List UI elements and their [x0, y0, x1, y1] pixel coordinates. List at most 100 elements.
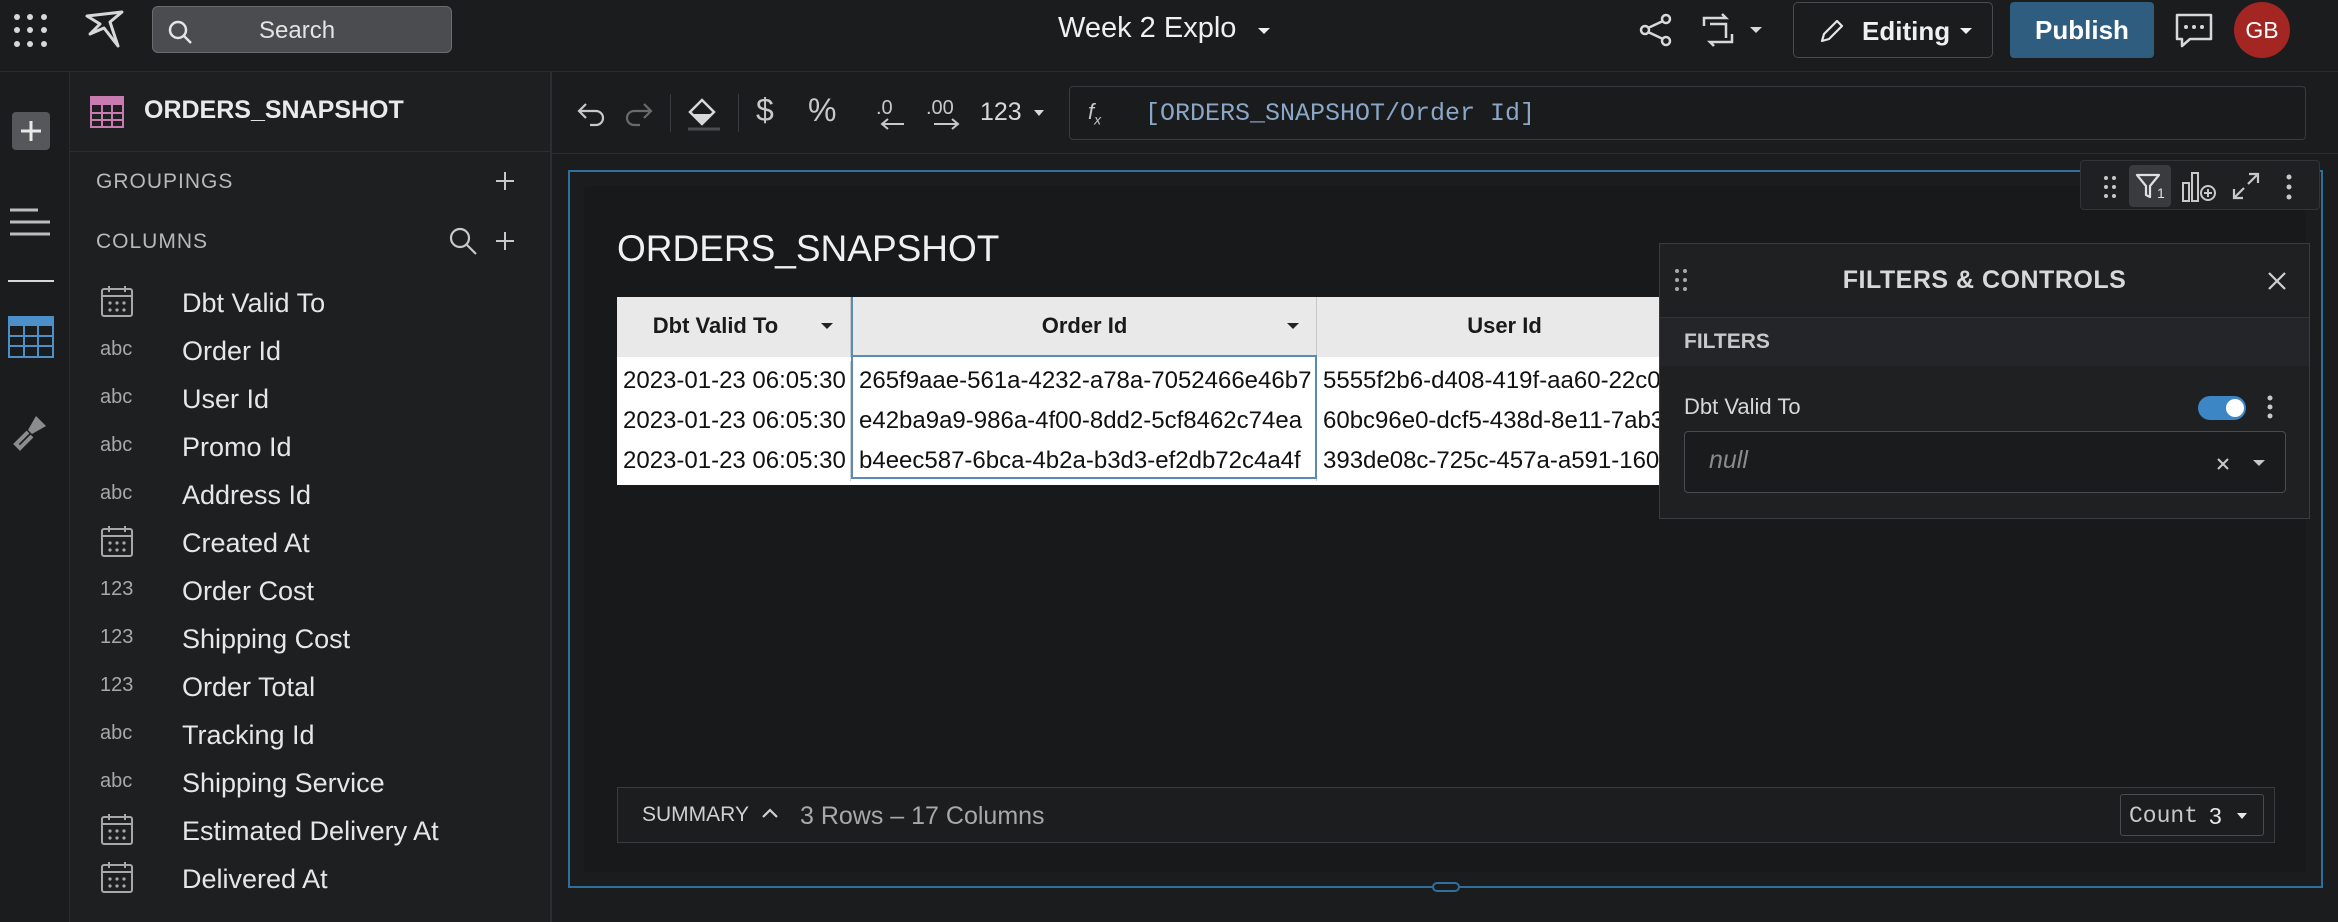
calendar-icon	[100, 812, 134, 852]
chevron-down-icon[interactable]	[2251, 458, 2267, 468]
text-type-icon: abc	[100, 386, 133, 408]
column-item[interactable]: 123 Shipping Cost	[100, 622, 540, 662]
column-name: Shipping Cost	[182, 624, 351, 654]
column-name: Created At	[182, 528, 310, 558]
outline-icon[interactable]	[8, 204, 52, 244]
column-name: Delivered At	[182, 864, 328, 894]
chevron-down-icon	[1258, 28, 1271, 34]
add-chart-icon[interactable]	[2181, 169, 2217, 203]
increase-decimals-icon[interactable]: .00	[926, 92, 970, 132]
drag-handle-icon[interactable]	[2103, 175, 2117, 199]
paint-brush-icon[interactable]	[10, 412, 50, 452]
toolbar-divider	[670, 94, 671, 132]
search-input[interactable]: Search	[152, 6, 452, 53]
currency-format-icon[interactable]: $	[756, 92, 774, 129]
version-menu[interactable]	[1698, 10, 1768, 50]
comments-icon[interactable]	[2174, 12, 2214, 50]
decrease-decimals-icon[interactable]: .0	[874, 92, 912, 132]
column-name: Order Cost	[182, 576, 315, 606]
number-type-icon: 123	[100, 578, 134, 600]
column-item[interactable]: abc User Id	[100, 382, 540, 422]
table-cell[interactable]: 2023-01-23 06:05:30	[617, 441, 851, 481]
formula-text: [ORDERS_SNAPSHOT/Order Id]	[1145, 99, 1536, 128]
redo-icon[interactable]	[624, 98, 654, 128]
add-grouping-icon[interactable]	[494, 170, 516, 192]
summary-aggregate-dropdown[interactable]: Count 3	[2120, 794, 2264, 836]
avatar[interactable]: GB	[2234, 2, 2290, 58]
column-item[interactable]: Estimated Delivery At	[100, 814, 540, 854]
toolbar-divider	[738, 94, 739, 132]
top-bar: Search Week 2 Explo Editing Publish GB	[0, 0, 2338, 72]
undo-icon[interactable]	[576, 98, 606, 128]
more-options-icon[interactable]	[2266, 394, 2274, 420]
table-cell[interactable]: 2023-01-23 06:05:30	[617, 401, 851, 441]
column-item[interactable]: 123 Order Cost	[100, 574, 540, 614]
chevron-down-icon	[1960, 28, 1972, 34]
clear-icon[interactable]	[2215, 456, 2231, 472]
column-item[interactable]: Created At	[100, 526, 540, 566]
column-item[interactable]: Delivered At	[100, 862, 540, 902]
element-title[interactable]: ORDERS_SNAPSHOT	[617, 228, 999, 270]
filter-toggle[interactable]	[2198, 396, 2246, 420]
percent-format-icon[interactable]: %	[808, 92, 836, 129]
text-type-icon: abc	[100, 434, 133, 456]
column-item[interactable]: 123 Order Total	[100, 670, 540, 710]
column-header-order-id[interactable]: Order Id	[851, 297, 1317, 357]
filter-value-select[interactable]: null	[1684, 431, 2286, 493]
number-type-icon: 123	[100, 626, 134, 648]
column-item[interactable]: abc Shipping Service	[100, 766, 540, 806]
column-name: Order Id	[182, 336, 282, 366]
table-source-icon	[90, 96, 124, 128]
editing-mode-button[interactable]: Editing	[1793, 2, 1993, 58]
share-icon[interactable]	[1638, 12, 1674, 48]
filter-button[interactable]: 1	[2129, 165, 2171, 207]
app-grid-icon[interactable]	[10, 10, 52, 52]
aggregate-value: 3	[2209, 803, 2222, 829]
expand-icon[interactable]	[2231, 171, 2261, 201]
workbook-title[interactable]: Week 2 Explo	[1058, 12, 1272, 45]
sigma-logo-icon[interactable]	[82, 6, 130, 54]
resize-handle[interactable]	[1432, 882, 1460, 892]
toggle-knob	[2226, 399, 2244, 417]
table-icon[interactable]	[8, 316, 54, 358]
column-name: Estimated Delivery At	[182, 816, 439, 846]
column-item[interactable]: abc Address Id	[100, 478, 540, 518]
number-type-icon: 123	[100, 674, 134, 696]
number-format-dropdown[interactable]: 123	[978, 94, 1050, 132]
formula-bar[interactable]: fx [ORDERS_SNAPSHOT/Order Id]	[1069, 86, 2306, 140]
text-type-icon: abc	[100, 482, 133, 504]
filters-section: FILTERS	[1660, 318, 2309, 366]
calendar-icon	[100, 524, 134, 564]
close-icon[interactable]	[2266, 270, 2288, 292]
more-options-icon[interactable]	[2285, 173, 2293, 201]
column-item[interactable]: Dbt Valid To	[100, 286, 540, 326]
add-element-button[interactable]	[12, 112, 50, 150]
chevron-up-icon[interactable]	[760, 806, 780, 820]
column-name: Address Id	[182, 480, 312, 510]
search-columns-icon[interactable]	[448, 226, 478, 256]
column-name: Order Total	[182, 672, 316, 702]
filters-controls-panel: FILTERS & CONTROLS FILTERS Dbt Valid To …	[1659, 243, 2310, 519]
chevron-down-icon[interactable]	[819, 321, 835, 331]
text-type-icon: abc	[100, 722, 133, 744]
chevron-down-icon	[1034, 110, 1044, 116]
add-column-icon[interactable]	[494, 230, 516, 252]
table-cell[interactable]: e42ba9a9-986a-4f00-8dd2-5cf8462c74ea	[851, 401, 1317, 441]
table-cell[interactable]: b4eec587-6bca-4b2a-b3d3-ef2db72c4a4f	[851, 441, 1317, 481]
svg-text:.00: .00	[926, 97, 954, 119]
table-cell[interactable]: 2023-01-23 06:05:30	[617, 361, 851, 401]
text-type-icon: abc	[100, 770, 133, 792]
column-item[interactable]: abc Tracking Id	[100, 718, 540, 758]
function-icon: fx	[1088, 99, 1102, 128]
groupings-heading: GROUPINGS	[96, 170, 234, 193]
fill-color-icon[interactable]	[684, 94, 724, 132]
column-header-dbt-valid-to[interactable]: Dbt Valid To	[617, 297, 851, 357]
column-item[interactable]: abc Order Id	[100, 334, 540, 374]
filters-section-heading: FILTERS	[1684, 330, 1770, 353]
summary-label[interactable]: SUMMARY	[642, 803, 749, 827]
svg-text:.0: .0	[876, 97, 893, 119]
text-type-icon: abc	[100, 338, 133, 360]
table-cell[interactable]: 265f9aae-561a-4232-a78a-7052466e46b7	[851, 361, 1317, 401]
publish-button[interactable]: Publish	[2010, 2, 2154, 58]
column-item[interactable]: abc Promo Id	[100, 430, 540, 470]
